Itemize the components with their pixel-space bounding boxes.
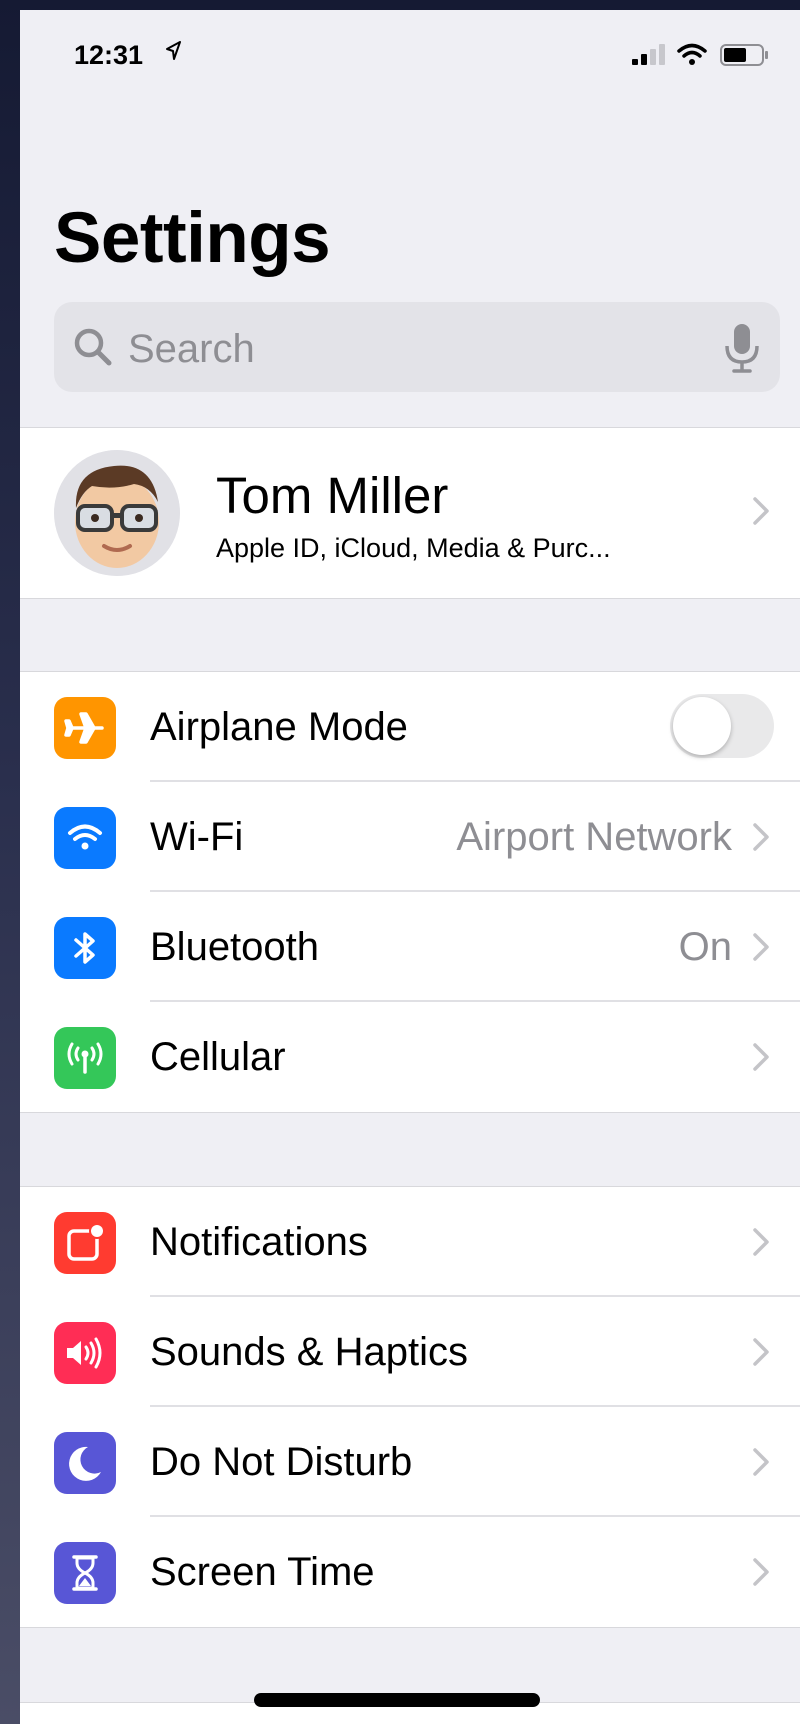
chevron-right-icon — [753, 1338, 769, 1366]
chevron-right-icon — [753, 933, 769, 961]
status-bar: 12:31 — [20, 10, 800, 110]
wifi-row[interactable]: Wi-Fi Airport Network — [20, 782, 800, 892]
notifications-row[interactable]: Notifications — [20, 1187, 800, 1297]
airplane-mode-label: Airplane Mode — [150, 705, 408, 749]
wifi-icon — [54, 807, 116, 869]
bluetooth-row[interactable]: Bluetooth On — [20, 892, 800, 1002]
search-bar[interactable]: Search — [54, 302, 780, 392]
do-not-disturb-label: Do Not Disturb — [150, 1440, 413, 1484]
chevron-right-icon — [753, 1558, 769, 1586]
do-not-disturb-row[interactable]: Do Not Disturb — [20, 1407, 800, 1517]
airplane-mode-toggle[interactable] — [670, 694, 774, 758]
chevron-right-icon — [753, 1043, 769, 1071]
hourglass-icon — [54, 1542, 116, 1604]
sounds-haptics-row[interactable]: Sounds & Haptics — [20, 1297, 800, 1407]
wifi-label: Wi-Fi — [150, 815, 244, 859]
cellular-label: Cellular — [150, 1035, 286, 1079]
bluetooth-icon — [54, 917, 116, 979]
notifications-icon — [54, 1212, 116, 1274]
apple-id-row[interactable]: Tom Miller Apple ID, iCloud, Media & Pur… — [20, 428, 800, 598]
speaker-icon — [54, 1322, 116, 1384]
system-group: Notifications Sounds & Haptics Do Not Di… — [20, 1186, 800, 1628]
bluetooth-label: Bluetooth — [150, 925, 320, 969]
cellular-row[interactable]: Cellular — [20, 1002, 800, 1112]
airplane-icon — [54, 697, 116, 759]
wifi-network-value: Airport Network — [456, 815, 732, 859]
connectivity-group: Airplane Mode Wi-Fi Airport Network Blue… — [20, 671, 800, 1113]
status-time: 12:31 — [74, 40, 144, 70]
bluetooth-status-value: On — [678, 925, 732, 969]
page-title: Settings — [54, 199, 331, 278]
location-arrow-icon — [166, 41, 181, 60]
chevron-right-icon — [753, 823, 769, 851]
moon-icon — [54, 1432, 116, 1494]
microphone-icon[interactable] — [722, 322, 762, 374]
chevron-right-icon — [753, 1228, 769, 1256]
search-input[interactable]: Search — [128, 327, 255, 372]
cellular-icon — [54, 1027, 116, 1089]
chevron-right-icon — [753, 497, 769, 525]
profile-subtitle: Apple ID, iCloud, Media & Purc... — [216, 533, 611, 563]
wifi-status-icon — [677, 43, 707, 65]
screen-time-row[interactable]: Screen Time — [20, 1517, 800, 1627]
settings-screen: 12:31 Settings Search Tom Miller Apple I… — [20, 10, 800, 1724]
avatar — [54, 450, 180, 576]
profile-name: Tom Miller — [216, 467, 449, 524]
notifications-label: Notifications — [150, 1220, 368, 1264]
chevron-right-icon — [753, 1448, 769, 1476]
toggle-knob — [673, 697, 731, 755]
sounds-haptics-label: Sounds & Haptics — [150, 1330, 468, 1374]
profile-group: Tom Miller Apple ID, iCloud, Media & Pur… — [20, 427, 800, 599]
signal-icon — [632, 44, 665, 65]
airplane-mode-row[interactable]: Airplane Mode — [20, 672, 800, 782]
search-icon — [74, 328, 112, 366]
battery-icon — [720, 44, 768, 66]
screen-time-label: Screen Time — [150, 1550, 375, 1594]
home-indicator[interactable] — [254, 1693, 540, 1707]
